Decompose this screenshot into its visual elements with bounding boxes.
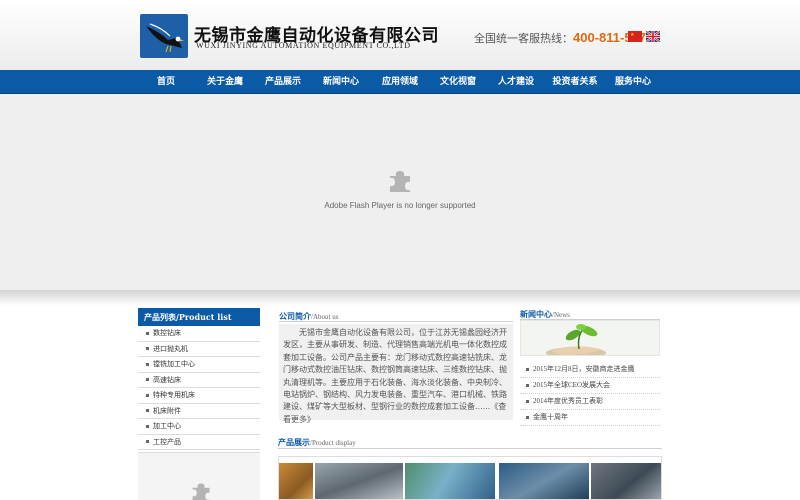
bullet-icon	[146, 331, 149, 335]
bullet-icon	[526, 415, 529, 419]
news-item[interactable]: 2015年全球CEO发展大会	[520, 378, 660, 394]
news-item-title: 2014年度优秀员工表彰	[533, 397, 603, 405]
product-list-label: 镗铣加工中心	[153, 360, 195, 368]
bullet-icon	[146, 409, 149, 412]
about-title-en: /About us	[311, 313, 339, 321]
products-title-cn: 产品展示	[278, 438, 310, 447]
bullet-icon	[146, 362, 149, 366]
product-list-label: 机床附件	[153, 406, 181, 415]
news-banner-image	[520, 320, 660, 356]
main-nav: 首页 关于金鹰 产品展示 新闻中心 应用领域 文化视窗 人才建设 投资者关系 服…	[0, 70, 800, 94]
product-list-label: 进口抛丸机	[153, 344, 188, 353]
news-item[interactable]: 2015年12月8日，安徽商走进金鹰	[520, 362, 660, 378]
bullet-icon	[146, 378, 149, 381]
cn-flag-icon[interactable]: ★	[628, 31, 642, 42]
product-thumbnail[interactable]	[591, 463, 661, 499]
nav-item-culture[interactable]: 文化视窗	[440, 70, 476, 94]
product-list-item[interactable]: 工控产品	[138, 435, 260, 450]
company-name-en: WUXI JINYING AUTOMATION EQUIPMENT CO.,LT…	[196, 41, 411, 50]
about-title-cn: 公司简介	[279, 312, 311, 321]
news-list: 2015年12月8日，安徽商走进金鹰 2015年全球CEO发展大会 2014年度…	[520, 362, 660, 426]
bullet-icon	[146, 393, 149, 397]
product-list-item[interactable]: 加工中心	[138, 419, 260, 435]
divider	[279, 321, 513, 322]
site-header: 无锡市金鹰自动化设备有限公司 WUXI JINYING AUTOMATION E…	[0, 0, 800, 70]
puzzle-piece-icon	[192, 483, 210, 500]
product-list-label: 特种专用机床	[153, 391, 195, 399]
nav-item-service[interactable]: 服务中心	[615, 70, 651, 94]
bullet-icon	[146, 347, 149, 350]
product-list-title: 产品列表/Product list	[138, 308, 260, 326]
sidebar-flash-box	[138, 452, 260, 500]
products-title: 产品展示/Product display	[278, 437, 356, 448]
hotline: 全国统一客服热线：400-811-5677	[474, 30, 653, 46]
product-list-item[interactable]: 镗铣加工中心	[138, 357, 260, 373]
news-title-en: /News	[552, 311, 570, 319]
product-thumbnail[interactable]	[405, 463, 495, 499]
bullet-icon	[526, 399, 529, 403]
products-title-en: /Product display	[310, 439, 356, 447]
news-item-title: 金鹰十周年	[533, 413, 568, 421]
nav-item-home[interactable]: 首页	[157, 70, 175, 94]
product-list-label: 数控钻床	[153, 329, 181, 337]
news-item-title: 2015年全球CEO发展大会	[533, 381, 610, 389]
product-list-item[interactable]: 特种专用机床	[138, 388, 260, 404]
product-thumbnail[interactable]	[279, 463, 313, 499]
product-list-item[interactable]: 机床附件	[138, 404, 260, 419]
product-list-label: 工控产品	[153, 437, 181, 446]
product-thumbnail[interactable]	[315, 463, 403, 499]
news-title-cn: 新闻中心	[520, 310, 552, 319]
product-carousel[interactable]	[278, 456, 662, 500]
banner-shadow	[0, 290, 800, 306]
bullet-icon	[526, 367, 529, 371]
hotline-label: 全国统一客服热线：	[474, 32, 573, 45]
news-item[interactable]: 2014年度优秀员工表彰	[520, 394, 660, 410]
product-list-item[interactable]: 进口抛丸机	[138, 342, 260, 357]
bullet-icon	[146, 424, 149, 428]
product-list: 数控钻床 进口抛丸机 镗铣加工中心 高速钻床 特种专用机床 机床附件 加工中心 …	[138, 326, 260, 450]
product-thumbnail[interactable]	[499, 463, 589, 499]
nav-item-news[interactable]: 新闻中心	[323, 70, 359, 94]
bullet-icon	[526, 383, 529, 387]
about-text[interactable]: 无锡市金鹰自动化设备有限公司，位于江苏无锡蠡园经济开发区，主要从事研发、制造、代…	[283, 327, 511, 426]
uk-flag-icon[interactable]	[646, 31, 660, 42]
eagle-logo-icon[interactable]	[140, 14, 188, 58]
nav-item-investors[interactable]: 投资者关系	[552, 70, 597, 94]
nav-item-applications[interactable]: 应用领域	[382, 70, 418, 94]
puzzle-piece-icon	[390, 171, 410, 192]
nav-item-products[interactable]: 产品展示	[265, 70, 301, 94]
nav-item-about[interactable]: 关于金鹰	[207, 70, 243, 94]
news-item[interactable]: 金鹰十周年	[520, 410, 660, 426]
product-list-item[interactable]: 高速钻床	[138, 373, 260, 388]
divider	[278, 448, 662, 449]
product-list-label: 高速钻床	[153, 375, 181, 384]
flash-unsupported-message: Adobe Flash Player is no longer supporte…	[324, 201, 476, 210]
product-list-label: 加工中心	[153, 422, 181, 430]
news-item-title: 2015年12月8日，安徽商走进金鹰	[533, 365, 635, 373]
product-list-item[interactable]: 数控钻床	[138, 326, 260, 342]
bullet-icon	[146, 440, 149, 443]
nav-item-talent[interactable]: 人才建设	[498, 70, 534, 94]
